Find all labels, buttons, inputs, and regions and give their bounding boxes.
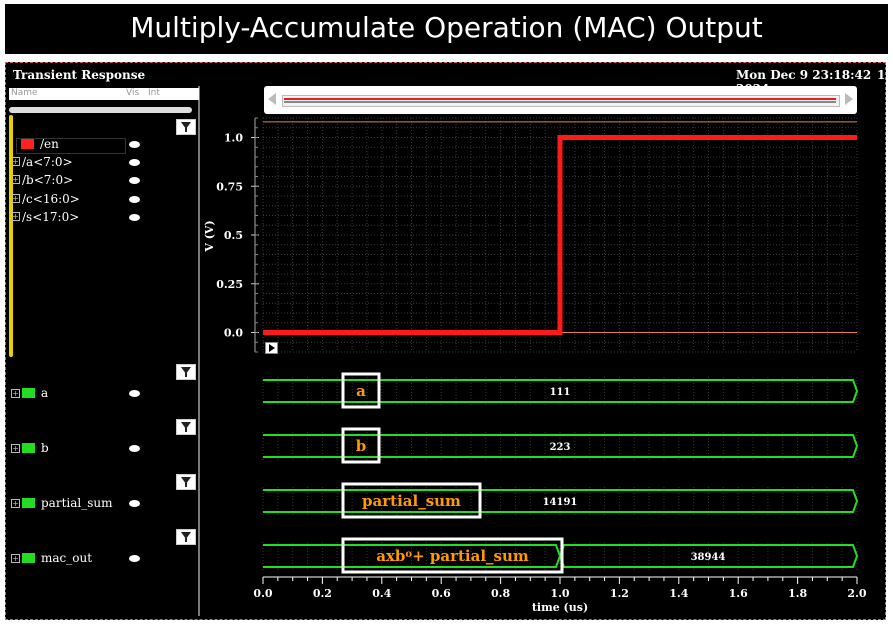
bus-value: 223 [550,442,571,453]
x-tick-label: 1.2 [610,587,629,600]
bus-value: 14191 [543,497,578,508]
x-tick-label: 0.0 [253,587,272,600]
bus-trace-0: 111 a [262,372,859,409]
x-tick-label: 1.8 [788,587,807,600]
bus-trace-2: 14191 partial_sum [262,482,859,519]
bus-trace-1: 223 b [262,427,859,464]
x-axis: 0.0 0.2 0.4 0.6 0.8 1.0 1.2 1.4 1.6 1.8 2.0 [253,576,867,600]
x-tick-label: 2.0 [847,587,866,600]
x-tick-label: 1.6 [729,587,748,600]
annotation-label: partial_sum [362,492,461,510]
y-tick-label: 0.25 [216,278,243,291]
x-tick-label: 1.0 [550,587,569,600]
y-tick-label: 0.0 [224,327,243,340]
bus-traces: 111 a 223 b 14191 partial_sum 38944 axbo+ parti… [262,372,859,574]
x-tick-label: 0.4 [372,587,391,600]
x-tick-label: 0.2 [313,587,332,600]
analog-y-axis: 1.0 0.75 0.5 0.25 0.0 [216,117,259,353]
x-tick-label: 0.6 [432,587,451,600]
play-button[interactable] [265,342,278,354]
annotation-label: a [356,382,366,400]
annotation-label: b [356,437,367,455]
bus-trace-3: 38944 axbo+ partial_sum [262,537,859,574]
waveform-plot: 1.0 0.75 0.5 0.25 0.0 V (V) 111 a 223 b 14191 par… [203,117,867,614]
x-tick-label: 0.8 [491,587,510,600]
x-axis-label: time (us) [532,601,588,614]
bus-value: 38944 [691,552,726,563]
y-tick-label: 1.0 [224,132,243,145]
annotation-label: axbo+ partial_sum [376,547,529,565]
y-tick-label: 0.75 [216,180,243,193]
y-axis-label: V (V) [203,220,216,252]
y-tick-label: 0.5 [224,229,243,242]
bus-value: 111 [550,387,571,398]
play-icon [269,344,275,352]
x-tick-label: 1.4 [669,587,688,600]
